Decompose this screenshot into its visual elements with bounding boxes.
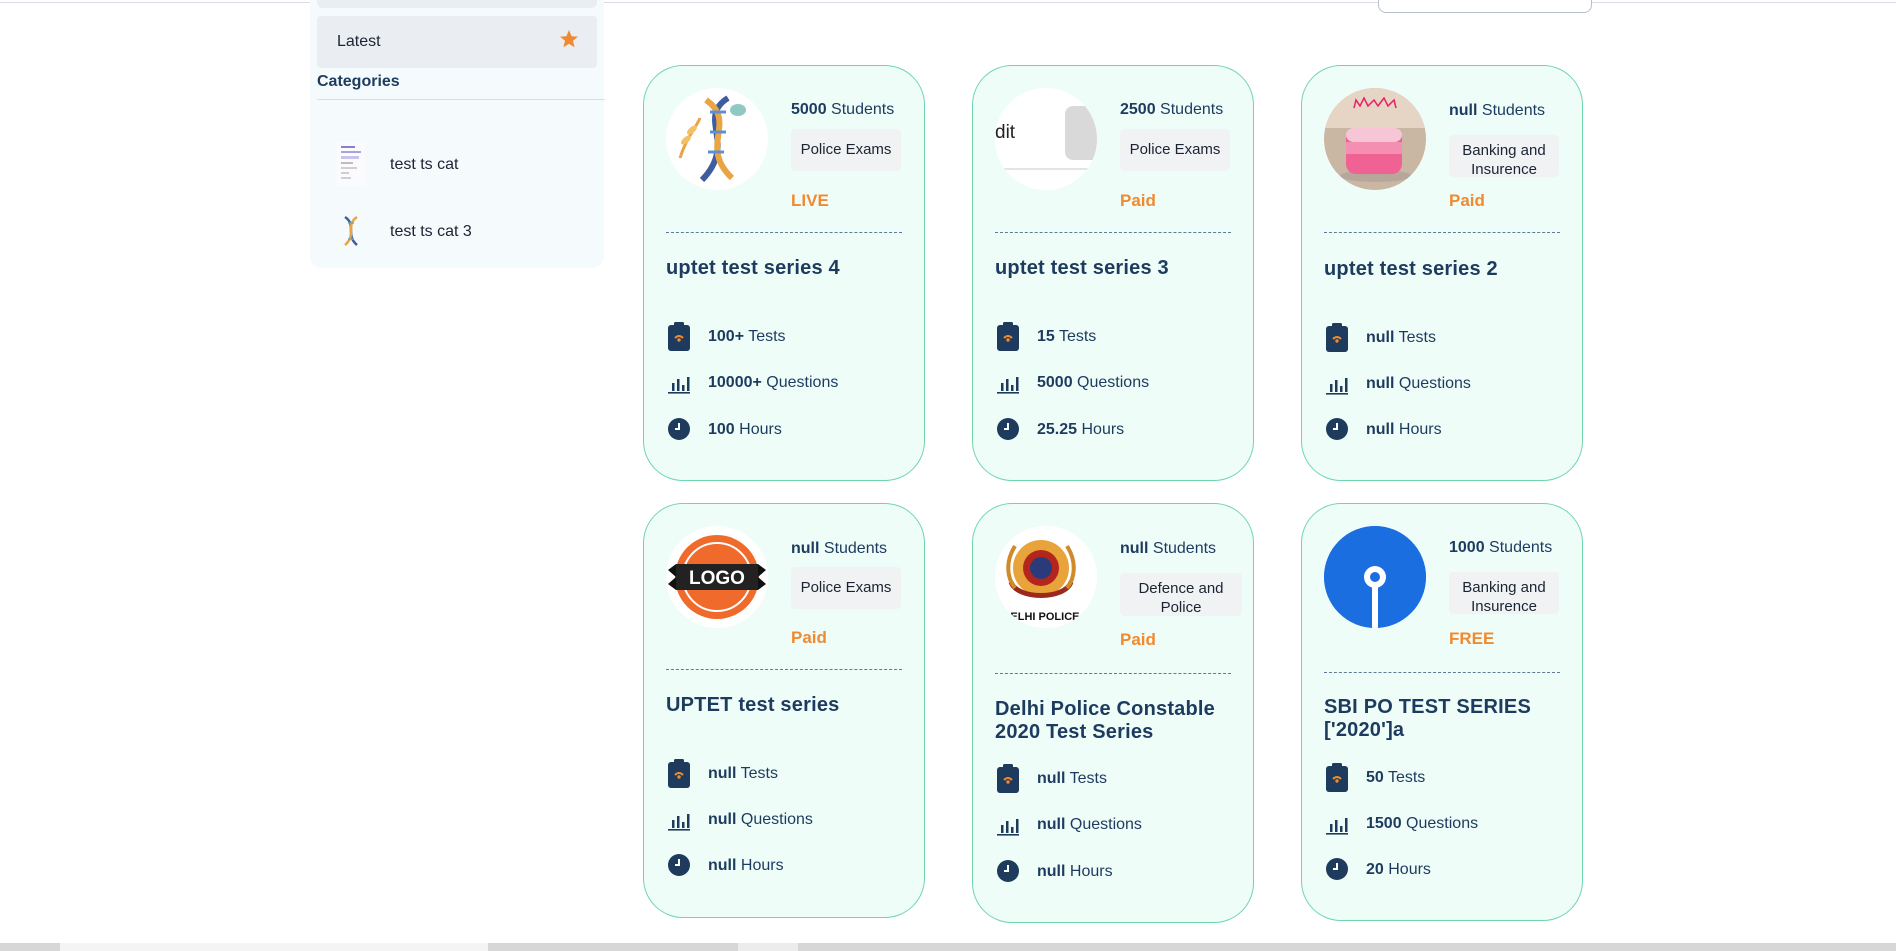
clock-icon <box>997 418 1019 440</box>
top-control-edge[interactable] <box>1378 0 1592 13</box>
students-count: null Students <box>791 540 888 557</box>
students-count: null Students <box>1120 540 1217 557</box>
tests-stat: null Tests <box>995 763 1235 793</box>
category-thumbnail-document <box>337 142 365 186</box>
card-divider <box>995 232 1231 233</box>
tests-stat: 15 Tests <box>995 321 1235 351</box>
questions-stat: null Questions <box>1324 368 1564 398</box>
logo-badge: LOGO <box>666 526 768 628</box>
test-series-card[interactable]: DELHI POLICE null Students Defence and P… <box>972 503 1254 923</box>
clock-icon <box>1326 418 1348 440</box>
tests-stat: null Tests <box>1324 322 1564 352</box>
sidebar-category-label: test ts cat 3 <box>390 223 472 240</box>
test-series-card[interactable]: dit 2500 Students Police Exams Paid upte… <box>972 65 1254 481</box>
bar-chart-icon <box>668 814 690 831</box>
category-thumbnail-dna <box>344 215 358 246</box>
sidebar-item-latest[interactable]: Latest <box>317 16 597 68</box>
svg-text:DELHI POLICE: DELHI POLICE <box>1002 611 1079 623</box>
questions-stat: 1500 Questions <box>1324 808 1564 838</box>
sidebar-category-label: test ts cat <box>390 156 459 173</box>
tests-stat: 100+ Tests <box>666 321 906 351</box>
card-divider <box>1324 232 1560 233</box>
categories-heading: Categories <box>317 73 400 90</box>
bar-chart-icon <box>1326 818 1348 835</box>
test-series-card[interactable]: null Students Banking and Insurence Paid… <box>1301 65 1583 481</box>
tests-stat: 50 Tests <box>1324 762 1564 792</box>
status-badge: Paid <box>1449 191 1485 210</box>
clock-icon <box>668 854 690 876</box>
students-count: 1000 Students <box>1449 539 1553 556</box>
category-chip: Police Exams <box>791 567 901 609</box>
questions-stat: 10000+ Questions <box>666 367 906 397</box>
card-divider <box>995 673 1231 674</box>
scrollbar-segment <box>738 943 798 951</box>
sidebar-category-test-ts-cat-3[interactable]: test ts cat 3 <box>337 209 597 253</box>
bar-chart-icon <box>997 819 1019 836</box>
category-chip: Defence and Police <box>1120 573 1242 616</box>
hours-stat: 100 Hours <box>666 414 906 444</box>
students-count: null Students <box>1449 102 1546 119</box>
status-badge: Paid <box>1120 630 1156 649</box>
bar-chart-icon <box>997 377 1019 394</box>
clock-icon <box>668 418 690 440</box>
clock-icon <box>997 860 1019 882</box>
card-title: uptet test series 4 <box>666 257 840 279</box>
card-title: SBI PO TEST SERIES ['2020']a <box>1324 696 1531 741</box>
category-chip: Police Exams <box>791 129 901 171</box>
questions-stat: 5000 Questions <box>995 367 1235 397</box>
sidebar: Latest Categories test ts cat test ts ca… <box>310 0 605 268</box>
hours-stat: null Hours <box>1324 414 1564 444</box>
category-chip: Banking and Insurence <box>1449 135 1559 178</box>
cake-logo <box>1324 88 1426 190</box>
card-divider <box>666 232 902 233</box>
dna-logo <box>666 88 768 190</box>
sbi-logo <box>1324 526 1426 628</box>
clipboard-icon <box>997 322 1019 351</box>
sidebar-item-latest-label: Latest <box>337 33 381 50</box>
top-divider <box>0 2 1896 3</box>
hours-stat: null Hours <box>666 850 906 880</box>
hours-stat: null Hours <box>995 856 1235 886</box>
test-series-card[interactable]: 5000 Students Police Exams LIVE uptet te… <box>643 65 925 481</box>
test-series-card[interactable]: 1000 Students Banking and Insurence FREE… <box>1301 503 1583 921</box>
scrollbar-thumb[interactable] <box>60 943 488 951</box>
clipboard-icon <box>668 759 690 788</box>
clipboard-icon <box>997 764 1019 793</box>
clipboard-icon <box>1326 323 1348 352</box>
status-badge: Paid <box>791 628 827 647</box>
svg-text:dit: dit <box>995 122 1016 143</box>
hours-stat: 20 Hours <box>1324 854 1564 884</box>
sidebar-category-test-ts-cat[interactable]: test ts cat <box>337 142 597 186</box>
status-badge: LIVE <box>791 191 829 210</box>
sidebar-item-above[interactable] <box>317 0 597 8</box>
questions-stat: null Questions <box>666 804 906 834</box>
categories-divider <box>317 99 605 100</box>
clipboard-icon <box>1326 763 1348 792</box>
clipboard-icon <box>668 322 690 351</box>
clock-icon <box>1326 858 1348 880</box>
category-chip: Banking and Insurence <box>1449 572 1559 615</box>
questions-stat: null Questions <box>995 809 1235 839</box>
card-title: UPTET test series <box>666 694 840 716</box>
card-title: uptet test series 2 <box>1324 258 1498 280</box>
card-divider <box>666 669 902 670</box>
students-count: 2500 Students <box>1120 101 1224 118</box>
status-badge: Paid <box>1120 191 1156 210</box>
students-count: 5000 Students <box>791 101 895 118</box>
card-title: Delhi Police Constable 2020 Test Series <box>995 698 1216 743</box>
hours-stat: 25.25 Hours <box>995 414 1235 444</box>
test-series-card[interactable]: LOGO null Students Police Exams Paid UPT… <box>643 503 925 918</box>
bar-chart-icon <box>1326 378 1348 395</box>
horizontal-scrollbar[interactable] <box>0 943 1896 951</box>
edit-screenshot-logo: dit <box>995 88 1097 190</box>
status-badge: FREE <box>1449 629 1495 648</box>
delhi-police-emblem: DELHI POLICE <box>995 526 1097 628</box>
bar-chart-icon <box>668 377 690 394</box>
star-icon <box>560 30 578 48</box>
svg-text:LOGO: LOGO <box>689 568 745 589</box>
tests-stat: null Tests <box>666 758 906 788</box>
card-title: uptet test series 3 <box>995 257 1169 279</box>
category-chip: Police Exams <box>1120 129 1230 171</box>
card-divider <box>1324 672 1560 673</box>
